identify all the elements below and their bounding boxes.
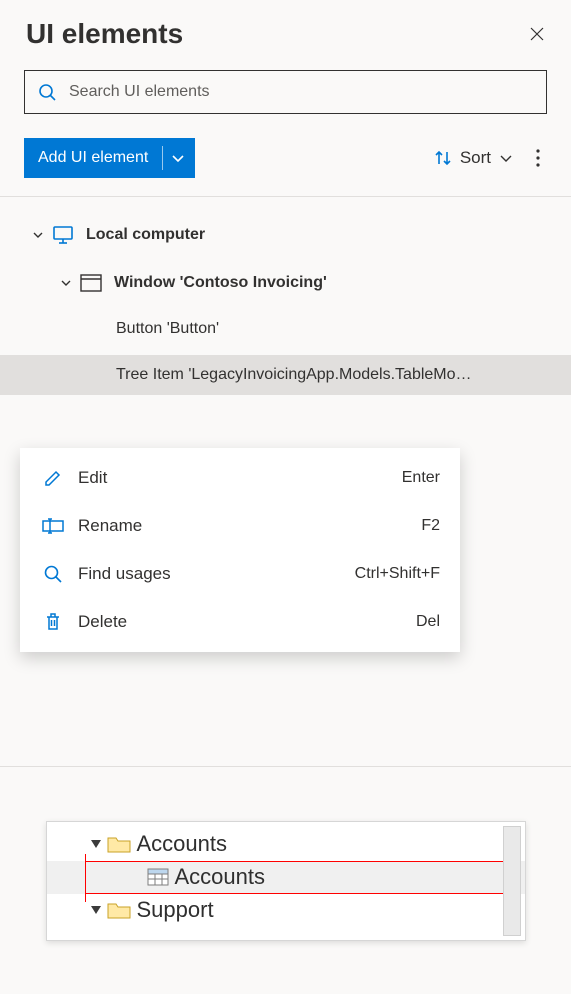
preview-row: Support: [47, 894, 525, 927]
panel-title: UI elements: [26, 18, 183, 50]
chevron-down-icon: [32, 229, 44, 241]
tree-label: Window 'Contoso Invoicing': [114, 274, 327, 292]
more-vertical-icon: [535, 148, 541, 168]
search-icon: [37, 82, 57, 102]
tree-item-treeitem[interactable]: Tree Item 'LegacyInvoicingApp.Models.Tab…: [0, 355, 571, 395]
menu-item-rename[interactable]: Rename F2: [20, 502, 460, 550]
folder-icon: [107, 901, 131, 919]
chevron-down-icon: [171, 151, 185, 165]
tree-label: Local computer: [86, 226, 205, 244]
menu-item-delete[interactable]: Delete Del: [20, 598, 460, 646]
rename-icon: [40, 518, 66, 534]
triangle-down-icon: [91, 906, 101, 914]
tree-item-button[interactable]: Button 'Button': [0, 309, 571, 349]
add-ui-element-button[interactable]: Add UI element: [24, 138, 195, 178]
tree-label: Tree Item 'LegacyInvoicingApp.Models.Tab…: [116, 366, 472, 384]
expand-toggle[interactable]: [56, 277, 76, 289]
element-preview-pane: Accounts Accounts Support: [0, 766, 571, 994]
selection-highlight: [85, 854, 86, 902]
close-button[interactable]: [529, 26, 545, 42]
search-box[interactable]: [24, 70, 547, 114]
table-icon: [147, 868, 169, 886]
window-icon: [80, 274, 102, 292]
tree-item-window[interactable]: Window 'Contoso Invoicing': [0, 263, 571, 303]
tree-item-local-computer[interactable]: Local computer: [0, 215, 571, 255]
expand-toggle[interactable]: [28, 229, 48, 241]
tree-label: Button 'Button': [116, 320, 219, 338]
menu-item-edit[interactable]: Edit Enter: [20, 454, 460, 502]
close-icon: [529, 26, 545, 42]
add-ui-element-dropdown[interactable]: [163, 138, 195, 178]
preview-row-highlighted: Accounts: [47, 861, 525, 894]
preview-screenshot: Accounts Accounts Support: [46, 821, 526, 941]
scrollbar[interactable]: [503, 826, 521, 936]
sort-icon: [434, 149, 452, 167]
folder-icon: [107, 835, 131, 853]
context-menu: Edit Enter Rename F2 Find usages Ctrl+Sh…: [20, 448, 460, 652]
add-ui-element-main[interactable]: Add UI element: [24, 138, 162, 178]
triangle-down-icon: [91, 840, 101, 848]
pencil-icon: [40, 468, 66, 488]
computer-icon: [52, 225, 74, 245]
sort-button[interactable]: Sort: [424, 140, 523, 176]
ui-elements-tree: Local computer Window 'Contoso Invoicing…: [0, 197, 571, 395]
trash-icon: [40, 612, 66, 632]
more-options-button[interactable]: [529, 140, 547, 176]
search-icon: [40, 564, 66, 584]
chevron-down-icon: [60, 277, 72, 289]
search-input[interactable]: [69, 83, 534, 101]
preview-row: Accounts: [47, 828, 525, 861]
chevron-down-icon: [499, 151, 513, 165]
menu-item-find-usages[interactable]: Find usages Ctrl+Shift+F: [20, 550, 460, 598]
